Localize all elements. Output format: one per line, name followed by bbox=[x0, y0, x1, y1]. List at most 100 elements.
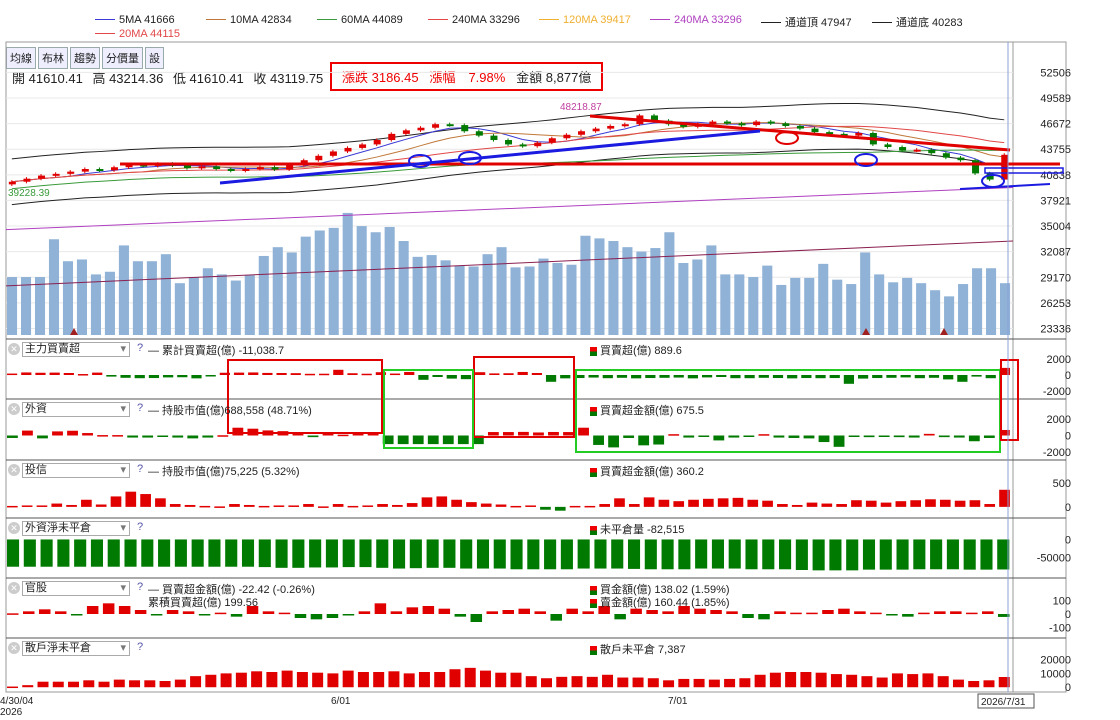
highlight-circle bbox=[981, 174, 1005, 188]
panel-bar bbox=[910, 500, 922, 507]
panel-bar bbox=[548, 431, 559, 436]
panel-close-icon[interactable]: ✕ bbox=[8, 464, 20, 476]
highlight-box bbox=[383, 369, 474, 449]
help-icon[interactable]: ? bbox=[137, 521, 143, 533]
panel-bar bbox=[569, 505, 581, 508]
tab-volume-profile[interactable]: 分價量 bbox=[102, 47, 143, 69]
indicator-select[interactable]: 外資淨未平倉 bbox=[22, 521, 130, 536]
panel-bar bbox=[74, 539, 87, 567]
panel-bar bbox=[466, 502, 477, 507]
panel-bar bbox=[594, 539, 607, 569]
event-marker bbox=[940, 328, 948, 335]
panel-bar bbox=[427, 435, 439, 445]
panel-right-readout: 買賣超(億) 889.6 bbox=[590, 342, 682, 358]
panel-bar bbox=[21, 372, 32, 375]
panel-bar bbox=[747, 499, 759, 507]
panel-bar bbox=[190, 676, 202, 688]
panel-bar bbox=[527, 539, 540, 570]
panel-bar bbox=[762, 539, 775, 570]
candle-body bbox=[680, 124, 688, 127]
panel-bar bbox=[953, 435, 965, 438]
candle-body bbox=[329, 151, 337, 156]
volume-bar bbox=[258, 255, 269, 335]
indicator-select[interactable]: 散戶淨未平倉 bbox=[22, 641, 130, 656]
panel-bar bbox=[726, 611, 738, 614]
highlight-circle bbox=[775, 131, 799, 145]
panel-bar bbox=[593, 435, 604, 445]
help-icon[interactable]: ? bbox=[137, 463, 143, 475]
panel-bar bbox=[102, 603, 115, 614]
panel-bar bbox=[479, 670, 491, 688]
volume-bar bbox=[776, 284, 787, 335]
tab-ma[interactable]: 均線 bbox=[6, 47, 36, 69]
price-tick-label: 26253 bbox=[1040, 298, 1071, 310]
panel-close-icon[interactable]: ✕ bbox=[8, 343, 20, 355]
panel-bar bbox=[476, 539, 490, 569]
panel-bar bbox=[563, 432, 574, 436]
highlight-box bbox=[227, 359, 383, 434]
panel-close-icon[interactable]: ✕ bbox=[8, 642, 20, 654]
candle-body bbox=[767, 121, 775, 124]
panel-close-icon[interactable]: ✕ bbox=[8, 522, 20, 534]
up-down-swatch bbox=[590, 645, 597, 655]
volume-bar bbox=[174, 283, 185, 335]
indicator-select[interactable]: 主力買賣超 bbox=[22, 342, 130, 357]
price-tick-label: 37921 bbox=[1040, 195, 1071, 207]
help-icon[interactable]: ? bbox=[137, 581, 143, 593]
panel-bar bbox=[129, 680, 141, 688]
candle-body bbox=[256, 167, 264, 170]
volume-bar bbox=[104, 271, 115, 335]
candle-body bbox=[183, 165, 191, 169]
tab-settings[interactable]: 設 bbox=[145, 47, 164, 69]
panel-bar bbox=[843, 375, 855, 384]
tab-bollinger[interactable]: 布林 bbox=[38, 47, 68, 69]
panel-bar bbox=[205, 674, 217, 688]
candle-body bbox=[519, 144, 527, 147]
help-icon[interactable]: ? bbox=[137, 402, 143, 414]
panel-bar bbox=[404, 371, 415, 375]
change-value: 漲跌 3186.45 bbox=[342, 70, 419, 85]
indicator-select[interactable]: 官股 bbox=[22, 581, 130, 596]
tab-trend[interactable]: 趨勢 bbox=[70, 47, 100, 69]
indicator-select[interactable]: 投信 bbox=[22, 463, 130, 478]
x-tick-year: 2026 bbox=[0, 707, 23, 718]
legend-60ma: 60MA 44089 bbox=[317, 14, 403, 26]
help-icon[interactable]: ? bbox=[137, 641, 143, 653]
panel-bar bbox=[148, 375, 160, 379]
panel-bar bbox=[52, 681, 64, 688]
panel-bar bbox=[954, 500, 966, 507]
panel-bar bbox=[90, 539, 104, 567]
legend-swatch bbox=[650, 18, 670, 20]
panel-bar bbox=[22, 611, 35, 614]
candle-body bbox=[913, 149, 921, 152]
volume-bar bbox=[804, 277, 815, 335]
panel-bar bbox=[779, 539, 792, 570]
volume-bar bbox=[132, 261, 143, 335]
panel-bar bbox=[342, 670, 354, 688]
panel-tick-label: 2000 bbox=[1047, 414, 1071, 426]
panel-bar bbox=[460, 375, 472, 380]
panel-bar bbox=[571, 676, 583, 688]
candle-body bbox=[928, 149, 936, 154]
panel-close-icon[interactable]: ✕ bbox=[8, 582, 20, 594]
panel-bar bbox=[602, 375, 613, 379]
indicator-select[interactable]: 外資 bbox=[22, 402, 130, 417]
panel-bar bbox=[907, 674, 919, 688]
panel-bar bbox=[971, 375, 982, 377]
panel-bar bbox=[742, 614, 754, 618]
panel-bar bbox=[628, 504, 640, 507]
panel-bar bbox=[713, 435, 725, 441]
legend-channel-top: 通道頂 47947 bbox=[761, 14, 852, 30]
panel-bar bbox=[829, 375, 840, 379]
candle-body bbox=[227, 169, 235, 172]
help-icon[interactable]: ? bbox=[137, 342, 143, 354]
panel-bar bbox=[577, 539, 590, 569]
panel-bar bbox=[659, 375, 670, 378]
panel-bar bbox=[879, 539, 892, 570]
panel-bar bbox=[7, 373, 18, 376]
panel-bar bbox=[653, 435, 665, 445]
panel-bar bbox=[777, 504, 788, 507]
panel-close-icon[interactable]: ✕ bbox=[8, 403, 20, 415]
panel-bar bbox=[233, 372, 245, 375]
volume-bar bbox=[706, 245, 717, 335]
